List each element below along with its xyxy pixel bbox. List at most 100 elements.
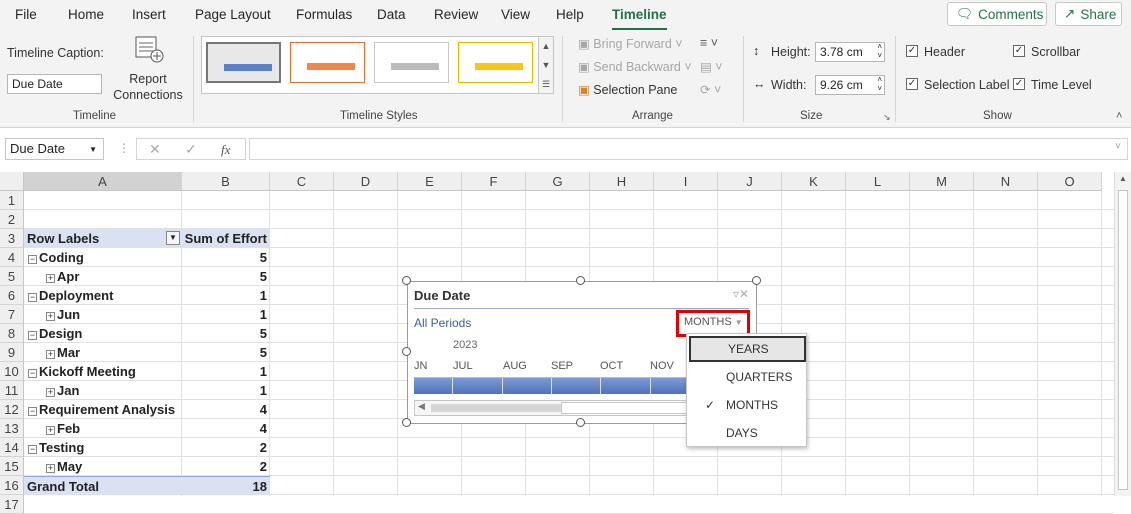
column-header-b[interactable]: B [182,172,270,191]
clear-filter-icon[interactable]: ▿✕ [733,287,749,301]
pivot-item-row[interactable]: + Mar [24,343,182,362]
row-header-15[interactable]: 15 [0,457,24,476]
column-header-f[interactable]: F [462,172,526,191]
rotate-icon[interactable]: ⟳ ˅ [700,82,721,97]
row-header-7[interactable]: 7 [0,305,24,324]
row-header-10[interactable]: 10 [0,362,24,381]
pivot-item-row[interactable]: + Apr [24,267,182,286]
tab-page-layout[interactable]: Page Layout [195,7,271,22]
vertical-scrollbar[interactable]: ▲ [1114,172,1131,496]
height-spinner[interactable]: ˄ ˅ [877,42,882,60]
column-header-j[interactable]: J [718,172,782,191]
select-all-corner[interactable] [0,172,24,191]
resize-handle[interactable] [576,276,585,285]
pivot-header-row-labels[interactable]: Row Labels ▼ [24,229,182,248]
tab-timeline[interactable]: Timeline [612,7,667,31]
gallery-scroll[interactable]: ▲ ▼ ☰ [538,36,554,94]
row-header-1[interactable]: 1 [0,191,24,210]
column-header-m[interactable]: M [910,172,974,191]
row-header-16[interactable]: 16 [0,476,24,495]
row-header-8[interactable]: 8 [0,324,24,343]
resize-handle[interactable] [752,276,761,285]
tab-data[interactable]: Data [377,7,406,22]
pivot-group-row[interactable]: − Coding [24,248,182,267]
column-header-n[interactable]: N [974,172,1038,191]
menu-item-years[interactable]: YEARS [689,336,806,362]
share-button[interactable]: ↗ Share [1055,2,1122,26]
selection-label-checkbox[interactable]: ✓ [906,78,918,90]
pivot-group-row[interactable]: − Deployment [24,286,182,305]
cancel-icon[interactable]: ✕ [149,141,161,158]
enter-icon[interactable]: ✓ [185,141,197,158]
resize-handle[interactable] [402,418,411,427]
expand-icon[interactable]: + [46,388,55,397]
timeline-style-gray[interactable] [374,42,449,83]
selection-pane-button[interactable]: ▣ Selection Pane [578,82,677,97]
resize-handle[interactable] [402,347,411,356]
height-input[interactable]: 3.78 cm ˄ ˅ [815,42,885,62]
collapse-icon[interactable]: − [28,331,37,340]
tab-insert[interactable]: Insert [132,7,166,22]
resize-handle[interactable] [402,276,411,285]
row-header-3[interactable]: 3 [0,229,24,248]
expand-icon[interactable]: + [46,426,55,435]
menu-item-quarters[interactable]: QUARTERS [689,364,806,390]
expand-formula-icon[interactable]: ˅ [1115,141,1121,152]
resize-handle[interactable] [576,418,585,427]
column-header-o[interactable]: O [1038,172,1102,191]
formula-input[interactable]: ˅ [249,138,1128,160]
collapse-icon[interactable]: − [28,445,37,454]
comments-button[interactable]: 🗨 Comments [947,2,1047,26]
pivot-group-row[interactable]: − Kickoff Meeting [24,362,182,381]
column-header-i[interactable]: I [654,172,718,191]
row-header-11[interactable]: 11 [0,381,24,400]
timeline-style-gold[interactable] [458,42,533,83]
column-header-k[interactable]: K [782,172,846,191]
insert-function-icon[interactable]: fx [221,142,230,158]
tab-view[interactable]: View [501,7,530,22]
report-connections-button[interactable]: Report Connections [113,71,183,103]
row-header-14[interactable]: 14 [0,438,24,457]
column-header-d[interactable]: D [334,172,398,191]
expand-icon[interactable]: + [46,464,55,473]
row-header-12[interactable]: 12 [0,400,24,419]
width-spinner[interactable]: ˄ ˅ [877,75,882,93]
time-level-checkbox[interactable]: ✓ [1013,78,1025,90]
column-header-a[interactable]: A [24,172,182,191]
scroll-thumb[interactable] [1118,190,1128,490]
tab-formulas[interactable]: Formulas [296,7,352,22]
column-header-h[interactable]: H [590,172,654,191]
row-header-2[interactable]: 2 [0,210,24,229]
group-icon[interactable]: ▤ ˅ [700,59,723,74]
pivot-item-row[interactable]: + Jun [24,305,182,324]
timeline-style-blue[interactable] [206,42,281,83]
collapse-icon[interactable]: − [28,407,37,416]
bring-forward-button[interactable]: ▣ Bring Forward ˅ [578,36,683,51]
column-header-g[interactable]: G [526,172,590,191]
menu-item-months[interactable]: ✓ MONTHS [689,392,806,418]
expand-icon[interactable]: + [46,312,55,321]
column-header-l[interactable]: L [846,172,910,191]
tab-review[interactable]: Review [434,7,478,22]
pivot-item-row[interactable]: + May [24,457,182,476]
menu-item-days[interactable]: DAYS [689,420,806,446]
collapse-icon[interactable]: − [28,369,37,378]
row-header-17[interactable]: 17 [0,495,24,514]
pivot-group-row[interactable]: − Design [24,324,182,343]
send-backward-button[interactable]: ▣ Send Backward ˅ [578,59,692,74]
tab-help[interactable]: Help [556,7,584,22]
collapse-icon[interactable]: − [28,255,37,264]
row-header-6[interactable]: 6 [0,286,24,305]
scroll-left-icon[interactable]: ◀ [418,401,425,412]
row-header-13[interactable]: 13 [0,419,24,438]
row-header-5[interactable]: 5 [0,267,24,286]
column-header-e[interactable]: E [398,172,462,191]
align-icon[interactable]: ≡ ˅ [700,36,718,50]
tab-home[interactable]: Home [68,7,104,22]
width-input[interactable]: 9.26 cm ˄ ˅ [815,75,885,95]
pivot-group-row[interactable]: − Testing [24,438,182,457]
dialog-launcher-icon[interactable]: ↘ [883,112,891,123]
collapse-ribbon-icon[interactable]: ˄ [1116,110,1122,122]
name-box[interactable]: Due Date ▼ [5,138,104,160]
row-header-9[interactable]: 9 [0,343,24,362]
